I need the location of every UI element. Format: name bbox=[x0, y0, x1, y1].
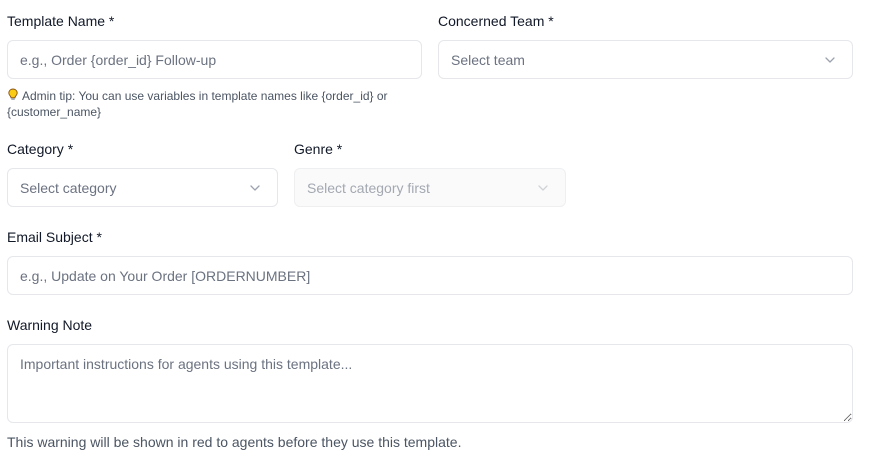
warning-note-help: This warning will be shown in red to age… bbox=[7, 434, 462, 450]
chevron-down-icon bbox=[825, 56, 835, 63]
admin-tip-text: Admin tip: You can use variables in temp… bbox=[7, 89, 388, 119]
concerned-team-select[interactable]: Select team bbox=[438, 40, 853, 79]
template-name-input[interactable] bbox=[7, 40, 422, 79]
template-name-label: Template Name * bbox=[7, 13, 115, 29]
warning-note-textarea[interactable] bbox=[7, 344, 853, 423]
warning-note-label: Warning Note bbox=[7, 317, 93, 333]
chevron-down-icon bbox=[250, 184, 260, 191]
concerned-team-label: Concerned Team * bbox=[438, 13, 554, 29]
category-label: Category * bbox=[7, 141, 74, 157]
email-subject-input[interactable] bbox=[7, 256, 853, 295]
category-select[interactable]: Select category bbox=[7, 168, 278, 207]
email-subject-label: Email Subject * bbox=[7, 229, 102, 245]
genre-value: Select category first bbox=[307, 179, 430, 196]
concerned-team-value: Select team bbox=[451, 51, 525, 68]
genre-select: Select category first bbox=[294, 168, 566, 207]
admin-tip: Admin tip: You can use variables in temp… bbox=[7, 88, 427, 120]
chevron-down-icon bbox=[538, 184, 548, 191]
genre-label: Genre * bbox=[294, 141, 343, 157]
lightbulb-icon bbox=[7, 88, 19, 100]
category-value: Select category bbox=[20, 179, 117, 196]
